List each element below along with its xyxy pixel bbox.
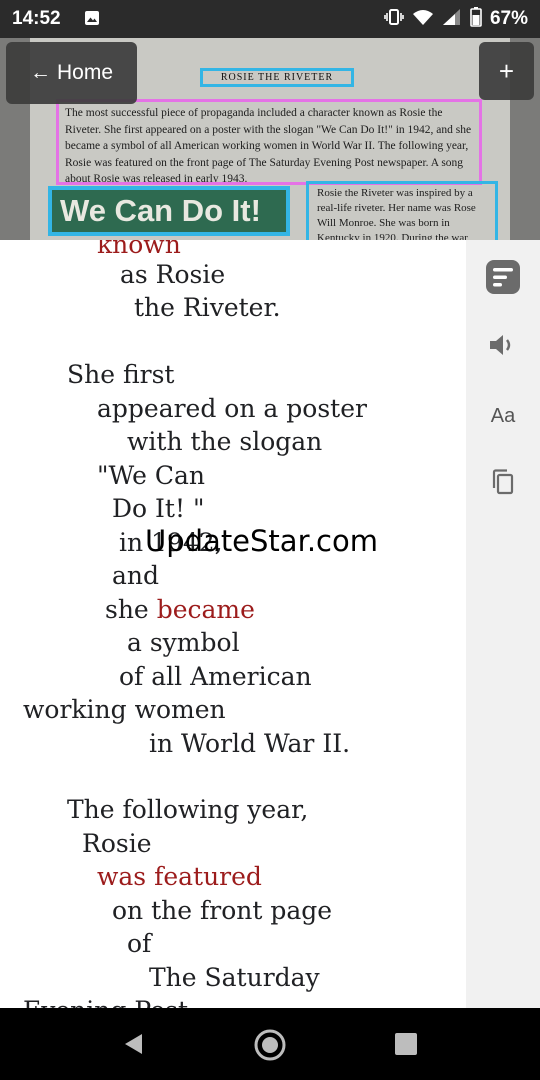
reader-line: appeared on a poster [97,394,367,423]
home-button-label: Home [56,61,114,84]
copy-button[interactable] [484,463,522,501]
reader-toolbar: Aa [466,240,540,1008]
reader-line: was featured [97,862,262,891]
detected-sidebar-text-box[interactable]: Rosie the Riveter was inspired by a real… [306,181,498,240]
speaker-icon [490,335,511,355]
wifi-icon [412,8,434,30]
home-nav-button[interactable] [253,1028,287,1062]
detected-poster-box[interactable]: We Can Do It! [48,186,290,236]
reader-line: with the slogan [127,427,323,456]
reader-line: on the front page [112,896,333,925]
reading-mode-button[interactable] [484,258,522,296]
highlighted-word: became [156,595,255,624]
detected-paragraph-box[interactable]: The most successful piece of propaganda … [56,99,482,185]
reader-line: working women [23,695,226,724]
home-button[interactable]: ← Home [6,42,137,104]
recents-nav-button[interactable] [393,1031,419,1057]
reader-line: as Rosie [120,260,226,289]
reader-line: "We Can [97,461,206,490]
reader-line: she became [105,595,255,624]
reader-line: a symbol [127,628,240,657]
back-nav-button[interactable] [120,1030,148,1058]
reader-line: The Saturday [149,963,320,992]
text-size-button[interactable]: Aa [484,397,522,435]
watermark: UpdateStar.com [145,524,378,558]
battery-icon [470,7,482,31]
battery-percent: 67% [489,8,528,29]
reader-pane[interactable]: known as Rosie the Riveter. She first ap… [0,240,466,1008]
home-circle-icon [254,1029,286,1061]
signal-icon [442,8,462,30]
reader-line: in World War II. [149,729,351,758]
reader-line: The following year, [67,795,309,824]
reader-line: She first [67,360,175,389]
reader-line: of [127,929,152,958]
reading-mode-icon [486,260,520,294]
vibrate-icon [384,8,404,30]
status-time: 14:52 [12,8,61,29]
reader-line: of all American [119,662,312,691]
reader-line: Do It! " [112,494,205,523]
navigation-bar [0,1008,540,1080]
add-button[interactable]: + [479,42,534,100]
reader-line: Rosie [82,829,152,858]
read-aloud-button[interactable] [484,326,522,364]
back-triangle-icon [125,1034,142,1054]
reader-line: Evening Post [23,994,188,1008]
gallery-notification-icon [84,10,100,26]
detected-title-box[interactable]: ROSIE THE RIVETER [200,68,354,87]
recents-square-icon [395,1033,417,1055]
reader-line: the Riveter. [134,293,281,322]
status-bar: 14:52 67% [0,0,540,38]
copy-icon [492,469,514,495]
back-arrow-icon: ← [29,61,51,84]
reader-line: and [112,561,160,590]
